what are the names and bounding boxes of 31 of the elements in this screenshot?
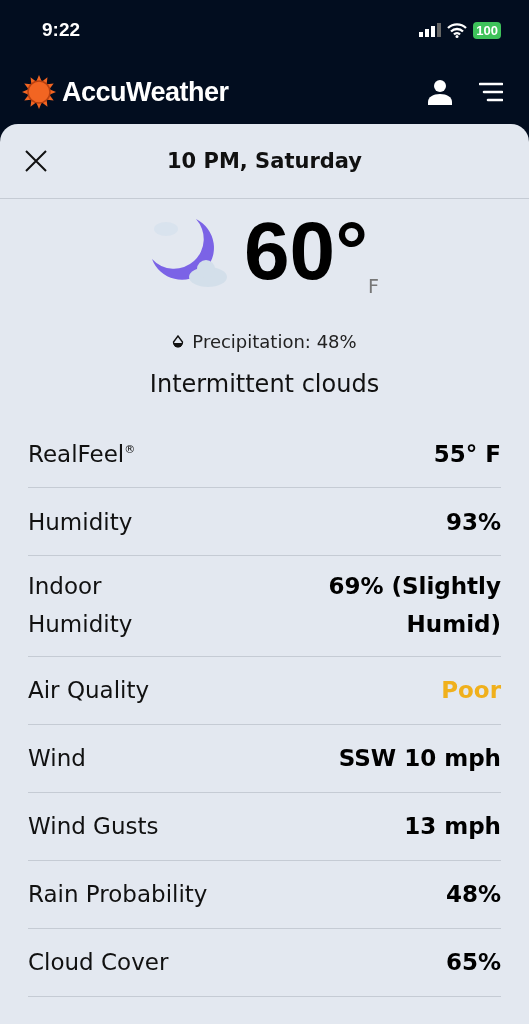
sun-logo-icon	[22, 75, 56, 109]
menu-icon[interactable]	[479, 82, 503, 102]
detail-label: Humidity	[28, 508, 133, 535]
precipitation: Precipitation: 48%	[192, 331, 357, 352]
wifi-icon	[447, 22, 468, 38]
sheet-title: 10 PM, Saturday	[167, 149, 362, 173]
brand-name: AccuWeather	[62, 76, 230, 108]
detail-value: 65%	[445, 949, 501, 976]
detail-label: Cloud Cover	[28, 949, 169, 976]
detail-label: RealFeel$^{®}$	[28, 440, 136, 467]
detail-value: Poor	[441, 677, 501, 704]
status-time: 9:22	[42, 19, 81, 41]
detail-label: Wind	[28, 745, 86, 772]
temperature: 60°	[244, 204, 369, 298]
detail-value: 48%	[445, 881, 501, 908]
detail-label: Indoor Humidity	[28, 572, 134, 639]
detail-value: 55° F	[433, 440, 501, 467]
detail-value: 93%	[445, 508, 501, 535]
account-icon[interactable]	[427, 79, 453, 105]
detail-label: Air Quality	[28, 677, 150, 704]
detail-label: Rain Probability	[28, 881, 208, 908]
close-button[interactable]	[24, 149, 48, 173]
detail-value: 13 mph	[404, 813, 501, 840]
detail-value: SSW 10 mph	[338, 745, 501, 772]
detail-label: Wind Gusts	[28, 813, 159, 840]
condition: Intermittent clouds	[148, 370, 381, 398]
temperature-unit: F	[368, 275, 379, 297]
battery-level: 100	[473, 21, 501, 39]
detail-value: 69% (Slightly Humid)	[327, 572, 501, 639]
drop-icon	[172, 334, 185, 349]
signal-icon	[419, 23, 442, 37]
